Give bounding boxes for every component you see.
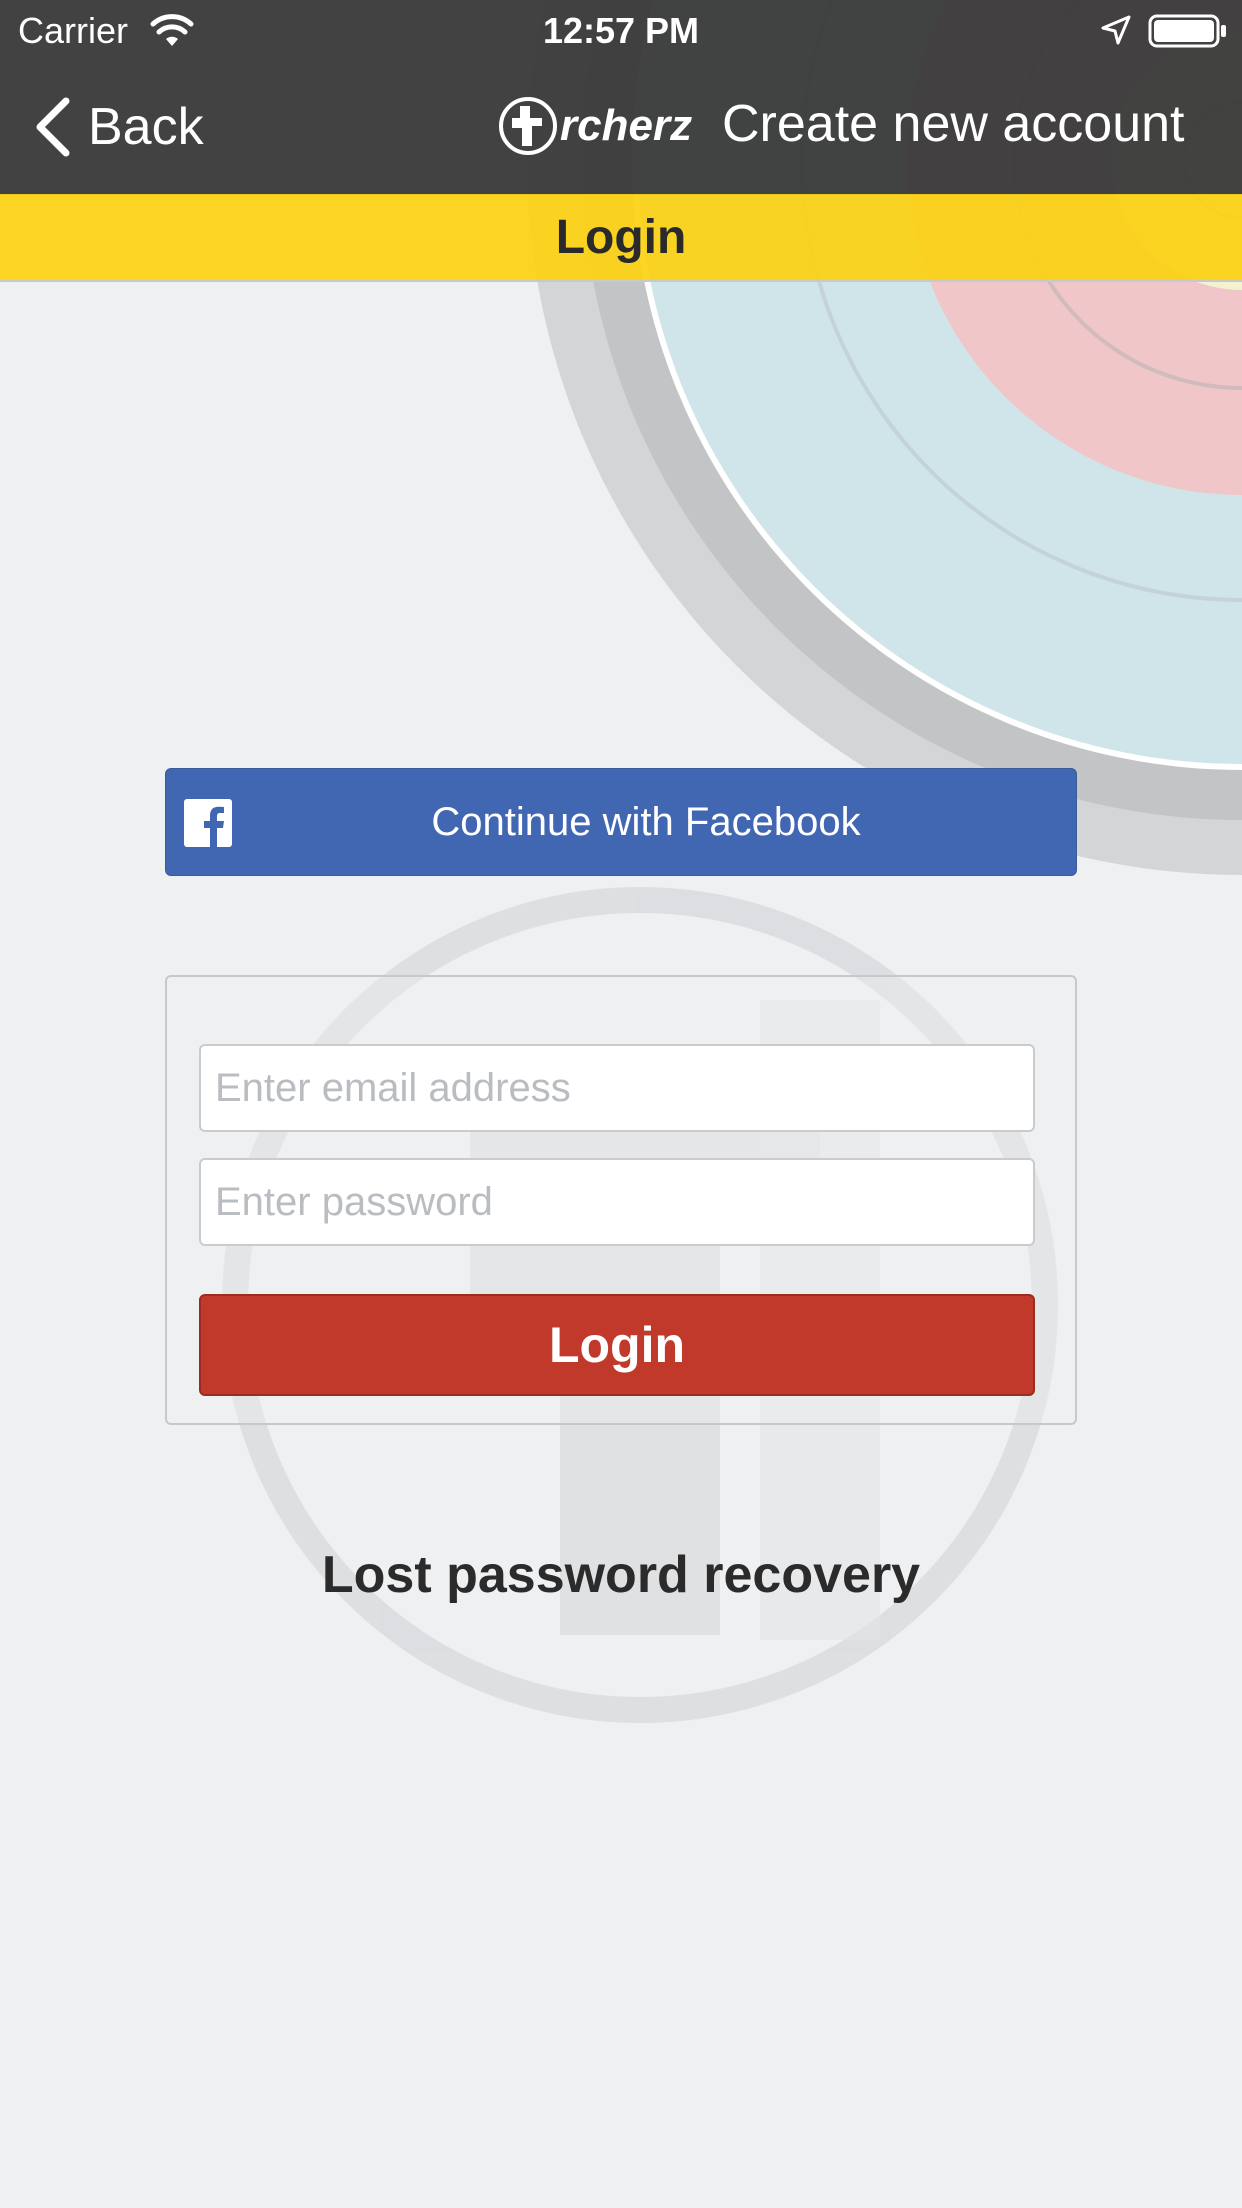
- status-bar: Carrier 12:57 PM: [0, 0, 1242, 62]
- chevron-left-icon: [36, 97, 70, 157]
- facebook-login-label: Continue with Facebook: [431, 799, 861, 844]
- status-time: 12:57 PM: [542, 10, 700, 51]
- archerz-logo: rcherz: [498, 96, 692, 156]
- archerz-logo-icon: [499, 97, 557, 155]
- create-account-button[interactable]: Create new account: [722, 94, 1185, 154]
- facebook-icon: [184, 799, 232, 847]
- login-form: Login: [165, 975, 1077, 1425]
- login-button[interactable]: Login: [199, 1294, 1035, 1396]
- title-bar: Login: [0, 194, 1242, 282]
- battery-icon: [1148, 14, 1226, 48]
- lost-password-link[interactable]: Lost password recovery: [0, 1545, 1242, 1605]
- login-screen: Back rcherz Create new account Carrier 1…: [0, 0, 1242, 2208]
- page-title: Login: [555, 210, 687, 264]
- password-field[interactable]: [199, 1158, 1035, 1246]
- logo-text: rcherz: [560, 101, 693, 150]
- back-button[interactable]: Back: [32, 92, 204, 162]
- email-field[interactable]: [199, 1044, 1035, 1132]
- back-label: Back: [88, 98, 204, 156]
- facebook-login-button[interactable]: Continue with Facebook: [165, 768, 1077, 876]
- location-icon: [1101, 15, 1131, 45]
